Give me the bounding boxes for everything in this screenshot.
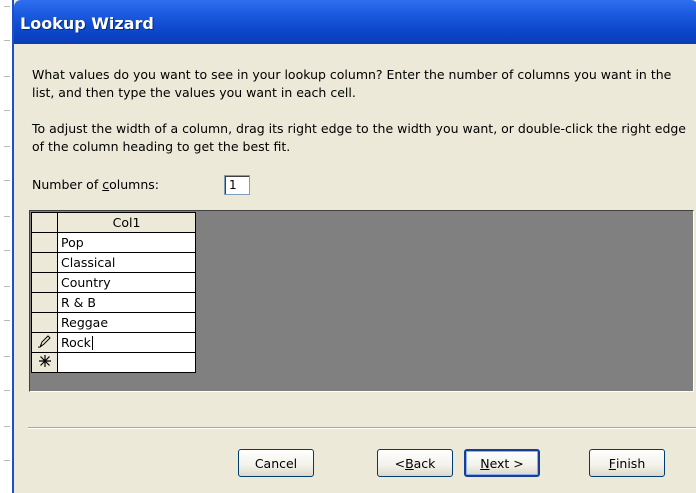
pencil-icon xyxy=(37,335,51,349)
column-header-col1[interactable]: Col1 xyxy=(57,212,196,233)
row-selector[interactable] xyxy=(31,352,58,373)
values-grid-area: Col1 Pop Classical Country R & B Reggae xyxy=(29,210,694,392)
table-row: Pop xyxy=(31,232,196,253)
back-button[interactable]: < Back xyxy=(377,449,453,477)
new-row-icon xyxy=(38,355,51,367)
lookup-wizard-dialog: Lookup Wizard What values do you want to… xyxy=(12,0,696,493)
table-row: Reggae xyxy=(31,312,196,333)
grid-cell-value: Rock xyxy=(61,334,91,350)
grid-header-row: Col1 xyxy=(31,212,196,233)
table-row: Country xyxy=(31,272,196,293)
separator xyxy=(28,427,696,429)
grid-cell-editing[interactable]: Rock xyxy=(57,332,196,353)
corner-selector[interactable] xyxy=(31,212,58,233)
row-selector[interactable] xyxy=(31,332,58,353)
window-title: Lookup Wizard xyxy=(20,14,154,33)
table-row-editing: Rock xyxy=(31,332,196,353)
next-button[interactable]: Next > xyxy=(464,449,540,477)
instruction-text-width: To adjust the width of a column, drag it… xyxy=(32,121,686,154)
grid-cell[interactable]: Pop xyxy=(57,232,196,253)
title-bar[interactable]: Lookup Wizard xyxy=(14,0,696,44)
grid-cell[interactable]: Classical xyxy=(57,252,196,273)
row-selector[interactable] xyxy=(31,252,58,273)
table-row: R & B xyxy=(31,292,196,313)
cancel-button[interactable]: Cancel xyxy=(238,449,314,477)
row-selector[interactable] xyxy=(31,292,58,313)
row-selector[interactable] xyxy=(31,272,58,293)
text-caret xyxy=(91,336,93,351)
finish-button[interactable]: Finish xyxy=(589,449,665,477)
row-selector[interactable] xyxy=(31,232,58,253)
table-row: Classical xyxy=(31,252,196,273)
grid-cell[interactable]: Reggae xyxy=(57,312,196,333)
grid-cell[interactable]: Country xyxy=(57,272,196,293)
number-of-columns-input[interactable] xyxy=(224,175,250,195)
row-selector[interactable] xyxy=(31,312,58,333)
instruction-text-columns: What values do you want to see in your l… xyxy=(32,67,672,100)
grid-cell[interactable]: R & B xyxy=(57,292,196,313)
number-of-columns-label: Number of columns: xyxy=(32,177,159,192)
grid-cell[interactable] xyxy=(57,352,196,373)
values-grid: Col1 Pop Classical Country R & B Reggae xyxy=(31,212,196,373)
background-window-edge xyxy=(0,0,12,493)
table-row-new xyxy=(31,352,196,373)
